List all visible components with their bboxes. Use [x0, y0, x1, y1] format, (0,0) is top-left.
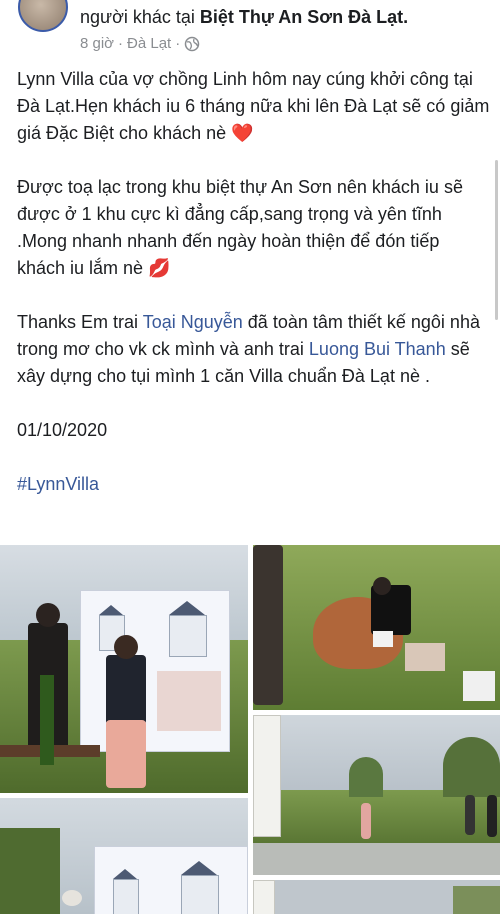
post-header: người khác tại Biệt Thự An Sơn Đà Lạt. 8…	[0, 0, 500, 60]
lips-icon: 💋	[148, 258, 171, 278]
hashtag-text[interactable]: #LynnVilla	[17, 474, 99, 494]
scrollbar[interactable]	[495, 160, 498, 320]
site-photo[interactable]	[253, 715, 500, 875]
paragraph-3-text-a: Thanks Em trai	[17, 312, 143, 332]
paragraph-2: Được toạ lạc trong khu biệt thự An Sơn n…	[17, 174, 492, 282]
paragraph-2-text: Được toạ lạc trong khu biệt thự An Sơn n…	[17, 177, 463, 278]
post-time[interactable]: 8 giờ	[80, 35, 114, 52]
ceremony-photo[interactable]	[0, 545, 248, 793]
post-body: Lynn Villa của vợ chồng Linh hôm nay cún…	[17, 66, 492, 498]
mention-luong-bui-thanh[interactable]: Luong Bui Thanh	[309, 339, 446, 359]
globe-icon[interactable]	[184, 36, 200, 52]
mention-toai-nguyen[interactable]: Toại Nguyễn	[143, 312, 243, 332]
heart-icon: ❤️	[231, 123, 254, 143]
avatar[interactable]	[18, 0, 68, 32]
paragraph-1: Lynn Villa của vợ chồng Linh hôm nay cún…	[17, 66, 492, 147]
banner-photo[interactable]	[0, 798, 248, 914]
hashtag-link[interactable]: #LynnVilla	[17, 471, 492, 498]
meta-separator: ·	[118, 35, 124, 52]
post-date: 01/10/2020	[17, 420, 108, 440]
paragraph-3: Thanks Em trai Toại Nguyễn đã toàn tâm t…	[17, 309, 492, 390]
location-link[interactable]: Biệt Thự An Sơn Đà Lạt.	[200, 7, 408, 27]
extra-photo[interactable]	[253, 880, 500, 914]
post-meta: 8 giờ · Đà Lạt ·	[80, 35, 200, 52]
author-line: người khác tại Biệt Thự An Sơn Đà Lạt.	[80, 7, 408, 28]
post-city[interactable]: Đà Lạt	[127, 35, 171, 52]
digging-photo[interactable]	[253, 545, 500, 710]
meta-separator-2: ·	[175, 35, 181, 52]
author-suffix: người khác tại	[80, 7, 200, 27]
